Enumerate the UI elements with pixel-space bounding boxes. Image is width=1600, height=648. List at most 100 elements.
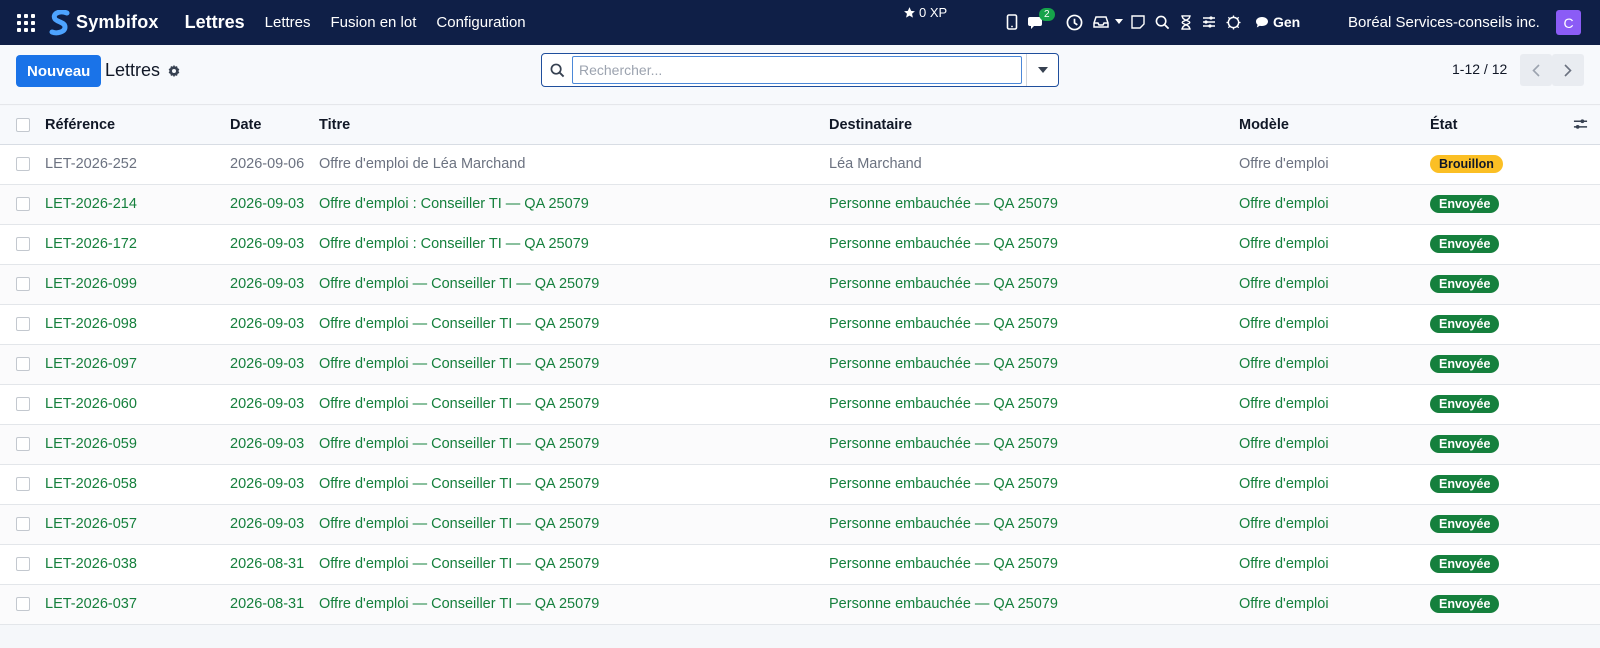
- brand[interactable]: Symbifox: [49, 9, 159, 36]
- table-row[interactable]: LET-2026-059 2026-09-03 Offre d'emploi — C…: [0, 424, 1600, 465]
- column-header-model[interactable]: Modèle: [1239, 106, 1430, 145]
- hourglass-icon[interactable]: [1180, 14, 1192, 30]
- row-select-cell: [0, 184, 45, 225]
- row-checkbox[interactable]: [16, 277, 30, 291]
- cell-reference: LET-2026-059: [45, 424, 230, 465]
- company-switcher[interactable]: Boréal Services-conseils inc.: [1348, 14, 1540, 31]
- cell-date: 2026-09-03: [230, 464, 319, 505]
- note-icon[interactable]: [1131, 15, 1145, 29]
- cell-state: Envoyée: [1430, 504, 1600, 545]
- search-input[interactable]: [572, 56, 1022, 84]
- row-select-cell: [0, 504, 45, 545]
- xp-indicator[interactable]: 0 XP: [903, 5, 947, 20]
- cell-state: Envoyée: [1430, 264, 1600, 305]
- table-row[interactable]: LET-2026-038 2026-08-31 Offre d'emploi — C…: [0, 544, 1600, 585]
- cell-date: 2026-09-03: [230, 504, 319, 545]
- app-name[interactable]: Lettres: [185, 12, 245, 33]
- cell-reference: LET-2026-098: [45, 304, 230, 345]
- table-row[interactable]: LET-2026-252 2026-09-06 Offre d'emploi de …: [0, 144, 1600, 185]
- cell-date: 2026-08-31: [230, 584, 319, 625]
- caret-down-icon[interactable]: [1115, 19, 1123, 25]
- row-checkbox[interactable]: [16, 517, 30, 531]
- phone-icon[interactable]: [1006, 14, 1018, 30]
- cell-date: 2026-09-06: [230, 144, 319, 185]
- cell-recipient: Personne embauchée — QA 25079: [829, 264, 1239, 305]
- cell-state: Envoyée: [1430, 304, 1600, 345]
- row-checkbox[interactable]: [16, 437, 30, 451]
- cell-date: 2026-09-03: [230, 224, 319, 265]
- clock-icon[interactable]: [1066, 14, 1083, 31]
- search-options-toggle[interactable]: [1026, 54, 1058, 86]
- status-badge: Envoyée: [1430, 275, 1500, 293]
- table-row[interactable]: LET-2026-057 2026-09-03 Offre d'emploi — C…: [0, 504, 1600, 545]
- top-navbar: Symbifox Lettres Lettres Fusion en lot C…: [0, 0, 1600, 45]
- select-all-checkbox[interactable]: [16, 117, 30, 132]
- row-select-cell: [0, 544, 45, 585]
- cell-model: Offre d'emploi: [1239, 384, 1430, 425]
- row-checkbox[interactable]: [16, 157, 30, 171]
- bug-icon[interactable]: [1226, 14, 1241, 30]
- row-checkbox[interactable]: [16, 317, 30, 331]
- row-checkbox[interactable]: [16, 197, 30, 211]
- menu-lettres[interactable]: Lettres: [265, 14, 311, 31]
- cell-recipient: Personne embauchée — QA 25079: [829, 184, 1239, 225]
- menu-fusion-en-lot[interactable]: Fusion en lot: [331, 14, 417, 31]
- table-row[interactable]: LET-2026-037 2026-08-31 Offre d'emploi — C…: [0, 584, 1600, 625]
- column-settings-icon[interactable]: [1573, 117, 1588, 136]
- pager-value[interactable]: 1-12 / 12: [1452, 61, 1507, 77]
- sliders-icon[interactable]: [1202, 15, 1216, 29]
- row-checkbox[interactable]: [16, 477, 30, 491]
- cell-model: Offre d'emploi: [1239, 224, 1430, 265]
- letters-table: Référence Date Titre Destinataire Modèle…: [0, 106, 1600, 625]
- inbox-icon[interactable]: [1093, 15, 1109, 29]
- avatar[interactable]: C: [1556, 10, 1581, 35]
- cell-state: Envoyée: [1430, 184, 1600, 225]
- cell-state: Envoyée: [1430, 224, 1600, 265]
- row-checkbox[interactable]: [16, 397, 30, 411]
- cell-reference: LET-2026-057: [45, 504, 230, 545]
- menu-configuration[interactable]: Configuration: [436, 14, 525, 31]
- cell-title: Offre d'emploi : Conseiller TI — QA 2507…: [319, 224, 829, 265]
- cell-model: Offre d'emploi: [1239, 344, 1430, 385]
- cell-title: Offre d'emploi : Conseiller TI — QA 2507…: [319, 184, 829, 225]
- cell-reference: LET-2026-214: [45, 184, 230, 225]
- row-select-cell: [0, 384, 45, 425]
- column-header-date[interactable]: Date: [230, 106, 319, 145]
- breadcrumb: Lettres: [105, 60, 181, 81]
- search-icon: [542, 63, 572, 78]
- row-checkbox[interactable]: [16, 357, 30, 371]
- row-select-cell: [0, 344, 45, 385]
- gen-button[interactable]: Gen: [1255, 14, 1300, 30]
- table-row[interactable]: LET-2026-058 2026-09-03 Offre d'emploi — C…: [0, 464, 1600, 505]
- column-header-title[interactable]: Titre: [319, 106, 829, 145]
- chat-icon[interactable]: 2: [1028, 8, 1055, 30]
- search-icon[interactable]: [1155, 15, 1170, 30]
- table-row[interactable]: LET-2026-172 2026-09-03 Offre d'emploi : C…: [0, 224, 1600, 265]
- row-checkbox[interactable]: [16, 237, 30, 251]
- cell-title: Offre d'emploi de Léa Marchand: [319, 144, 829, 185]
- cell-reference: LET-2026-252: [45, 144, 230, 185]
- column-header-reference[interactable]: Référence: [45, 106, 230, 145]
- table-row[interactable]: LET-2026-214 2026-09-03 Offre d'emploi : C…: [0, 184, 1600, 225]
- apps-grid-icon[interactable]: [17, 13, 35, 32]
- table-row[interactable]: LET-2026-098 2026-09-03 Offre d'emploi — C…: [0, 304, 1600, 345]
- pager-next-button[interactable]: [1552, 54, 1584, 86]
- cell-title: Offre d'emploi — Conseiller TI — QA 2507…: [319, 424, 829, 465]
- cell-state: Envoyée: [1430, 584, 1600, 625]
- status-badge: Brouillon: [1430, 155, 1503, 173]
- table-row[interactable]: LET-2026-099 2026-09-03 Offre d'emploi — C…: [0, 264, 1600, 305]
- cell-reference: LET-2026-060: [45, 384, 230, 425]
- pager-previous-button[interactable]: [1520, 54, 1552, 86]
- new-button[interactable]: Nouveau: [16, 55, 102, 87]
- column-header-recipient[interactable]: Destinataire: [829, 106, 1239, 145]
- row-checkbox[interactable]: [16, 597, 30, 611]
- cell-title: Offre d'emploi — Conseiller TI — QA 2507…: [319, 504, 829, 545]
- gear-icon[interactable]: [167, 64, 181, 78]
- cell-model: Offre d'emploi: [1239, 464, 1430, 505]
- row-checkbox[interactable]: [16, 557, 30, 571]
- status-badge: Envoyée: [1430, 195, 1500, 213]
- table-row[interactable]: LET-2026-060 2026-09-03 Offre d'emploi — C…: [0, 384, 1600, 425]
- cell-recipient: Personne embauchée — QA 25079: [829, 384, 1239, 425]
- table-row[interactable]: LET-2026-097 2026-09-03 Offre d'emploi — C…: [0, 344, 1600, 385]
- list-view: Référence Date Titre Destinataire Modèle…: [0, 106, 1600, 625]
